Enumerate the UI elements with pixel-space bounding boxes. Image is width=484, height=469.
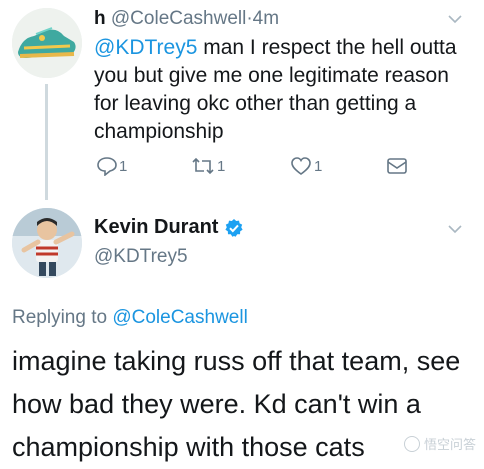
reply-count: 1 [119,157,128,175]
retweet-button[interactable]: 1 [190,156,225,176]
user-avatar-kevin-durant[interactable] [12,208,82,278]
heart-icon [291,157,311,175]
tweet1-handle[interactable]: @ColeCashwell [111,8,246,29]
tweet2-display-name[interactable]: Kevin Durant [94,216,218,239]
replying-to-mention[interactable]: @ColeCashwell [112,307,247,328]
like-button[interactable]: 1 [290,156,322,176]
thread-line [45,84,48,200]
envelope-icon [387,158,407,174]
tweet2-name-row: Kevin Durant [94,216,244,239]
player-avatar-icon [12,208,82,278]
tweet1-text: @KDTrey5 man I respect the hell outta yo… [94,34,474,146]
tweet1-action-bar: 1 1 1 [94,156,424,178]
tweet2-handle[interactable]: @KDTrey5 [94,246,188,268]
direct-message-button[interactable] [386,156,408,176]
tweet1-menu-chevron-icon[interactable] [448,12,462,26]
tweet1-display-name[interactable]: h [94,8,106,29]
replying-to-line: Replying to @ColeCashwell [12,307,248,329]
user-avatar-sneaker[interactable] [12,8,82,78]
watermark: 悟空问答 [403,434,476,453]
reply-icon [97,157,117,176]
verified-badge-icon [225,218,244,237]
watermark-text: 悟空问答 [423,437,476,452]
replying-prefix: Replying to [12,307,113,328]
tweet2-menu-chevron-icon[interactable] [448,222,462,236]
retweet-icon [192,157,214,175]
watermark-logo-icon [403,435,420,452]
tweet1-mention[interactable]: @KDTrey5 [94,36,197,59]
tweet1-header: h @ColeCashwell·4m [94,8,279,30]
reply-button[interactable]: 1 [96,156,127,176]
like-count: 1 [314,157,323,175]
sneaker-avatar-icon [12,8,82,78]
retweet-count: 1 [217,157,226,175]
tweet1-time[interactable]: 4m [253,8,279,29]
